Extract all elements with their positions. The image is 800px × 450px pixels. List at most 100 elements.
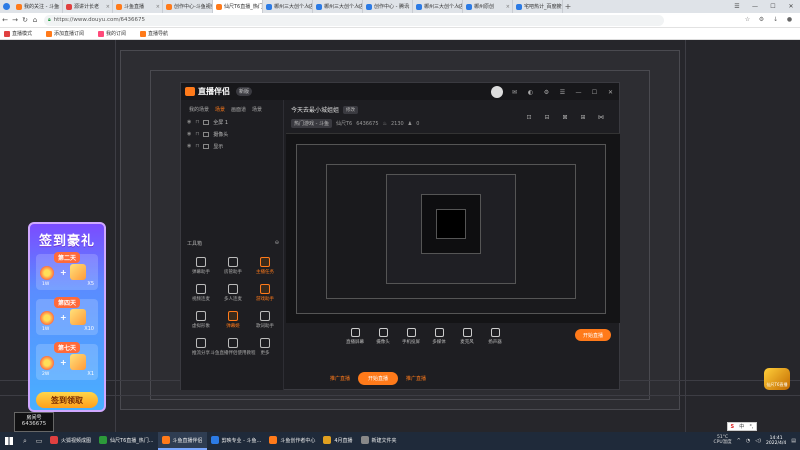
source-control[interactable]: 麦克风 xyxy=(453,328,481,345)
bookmark-item[interactable]: 添加直播订阅 xyxy=(46,30,84,37)
browser-tab[interactable]: 源讲计长老 × xyxy=(63,0,113,13)
taskbar-app[interactable]: 仙尺T6直播_热门... xyxy=(95,432,158,450)
search-icon[interactable]: ⌕ xyxy=(18,432,32,450)
tab-close-icon[interactable]: × xyxy=(356,4,360,10)
gift-icon[interactable]: ⊡ xyxy=(525,113,533,121)
tab-close-icon[interactable]: × xyxy=(506,4,510,10)
outer-right-link[interactable]: 推广直播 xyxy=(406,375,426,382)
browser-tab[interactable]: 仙尺T6直播_热门游戏× xyxy=(213,0,263,13)
lock-icon[interactable]: ⊓ xyxy=(195,143,199,149)
outer-left-link[interactable]: 推广直播 xyxy=(330,375,350,382)
eye-icon[interactable]: ◉ xyxy=(187,131,191,137)
version-badge[interactable]: 新版 xyxy=(236,87,253,96)
browser-tab[interactable]: 郴州三大创个人店 × xyxy=(313,0,363,13)
toolbox-settings-icon[interactable]: ⊖ xyxy=(275,240,279,247)
checkin-button[interactable]: 签到领取 xyxy=(36,392,98,408)
url-input[interactable]: 🔒︎ https://www.douyu.com/6436675 xyxy=(44,14,664,26)
tab-close-icon[interactable]: × xyxy=(156,4,160,10)
menu-icon[interactable]: ☰ xyxy=(558,88,567,97)
taskbar-app[interactable]: 新建文件夹 xyxy=(357,432,401,450)
menu-icon[interactable]: ☰ xyxy=(728,0,746,13)
eye-icon[interactable]: ◉ xyxy=(187,143,191,149)
tab-close-icon[interactable]: × xyxy=(306,4,310,10)
scene-tab[interactable]: 画面道 xyxy=(231,106,246,113)
scene-item[interactable]: ◉ ⊓ 摄像头 xyxy=(181,128,283,140)
bookmark-item[interactable]: 直播模式 xyxy=(4,30,32,37)
tool-item[interactable]: 弹幕助手 xyxy=(185,257,217,275)
maximize-icon[interactable]: ☐ xyxy=(590,88,599,97)
home-icon[interactable]: ⌂ xyxy=(30,14,40,26)
tool-item[interactable]: 弹幕姬 xyxy=(217,311,249,329)
share-icon[interactable]: ⋈ xyxy=(597,113,605,121)
maximize-icon[interactable]: ☐ xyxy=(764,0,782,13)
tool-item[interactable]: 歌词助手 xyxy=(249,311,281,329)
bag-icon[interactable]: ⊟ xyxy=(543,113,551,121)
tool-item[interactable]: 主播任务 xyxy=(249,257,281,275)
browser-tab[interactable]: 宅吧热计_百度搜索 × xyxy=(513,0,563,13)
lock-icon[interactable]: ⊓ xyxy=(195,119,199,125)
extensions-icon[interactable]: ⚙ xyxy=(757,15,766,24)
tool-item[interactable]: 多人连麦 xyxy=(217,284,249,302)
taskbar-app[interactable]: 剪映专业 - 斗鱼... xyxy=(207,432,266,450)
forward-icon[interactable]: → xyxy=(10,14,20,26)
tool-item[interactable]: 斗鱼直播伴侣使用教程 xyxy=(211,338,256,356)
download-icon[interactable]: ↓ xyxy=(771,15,780,24)
source-control[interactable]: 摄像头 xyxy=(369,328,397,345)
bookmark-item[interactable]: 我的订阅 xyxy=(98,30,126,37)
star-icon[interactable]: ☆ xyxy=(743,15,752,24)
close-icon[interactable]: ✕ xyxy=(782,0,800,13)
source-control[interactable]: 直播屏幕 xyxy=(341,328,369,345)
browser-tab[interactable]: 郴州三大创个人店 × xyxy=(263,0,313,13)
account-icon[interactable]: ● xyxy=(785,15,794,24)
tool-item[interactable]: 更多 xyxy=(249,338,281,356)
tab-close-icon[interactable]: × xyxy=(206,4,210,10)
back-icon[interactable]: ← xyxy=(0,14,10,26)
task-view-icon[interactable]: ▭ xyxy=(32,432,46,450)
ime-toolbar[interactable]: S 中 °, xyxy=(727,422,757,431)
browser-tab[interactable]: 郴州三大创个人店 × xyxy=(413,0,463,13)
bookmark-item[interactable]: 直播导航 xyxy=(140,30,168,37)
scene-tab[interactable]: 场景 xyxy=(215,106,225,113)
tab-close-icon[interactable]: × xyxy=(406,4,410,10)
minimize-icon[interactable]: — xyxy=(746,0,764,13)
scene-item[interactable]: ◉ ⊓ 全屏 1 xyxy=(181,116,283,128)
new-tab-button[interactable]: + xyxy=(563,2,573,11)
taskbar-app[interactable]: 火狐视频成图 xyxy=(46,432,95,450)
source-control[interactable]: 扬声器 xyxy=(481,328,509,345)
scene-tab[interactable]: 场景 xyxy=(252,106,262,113)
volume-icon[interactable]: ◁) xyxy=(755,438,761,444)
tab-close-icon[interactable]: × xyxy=(256,4,260,10)
link-icon[interactable]: ⊞ xyxy=(579,113,587,121)
tab-close-icon[interactable]: × xyxy=(556,4,560,10)
browser-tab[interactable]: 创作中心-斗鱼视频 × xyxy=(163,0,213,13)
tool-item[interactable]: 虚拟形象 xyxy=(185,311,217,329)
settings-icon[interactable]: ⚙ xyxy=(542,88,551,97)
skin-icon[interactable]: ◐ xyxy=(526,88,535,97)
taskbar-app[interactable]: 斗鱼创作者中心 xyxy=(265,432,319,450)
checkin-promo[interactable]: 签到豪礼 第二天 +1W X5 第四天 +1W X10 第七天 +2W X1 签到领取 xyxy=(28,222,106,412)
source-control[interactable]: 多媒体 xyxy=(425,328,453,345)
tab-close-icon[interactable]: × xyxy=(456,4,460,10)
room-category[interactable]: 热门游戏 - 斗鱼 xyxy=(291,119,332,128)
minimize-icon[interactable]: — xyxy=(574,88,583,97)
network-icon[interactable]: ◔ xyxy=(746,438,750,444)
taskbar-app[interactable]: 4月直播 xyxy=(319,432,356,450)
tab-close-icon[interactable]: × xyxy=(106,4,110,10)
message-icon[interactable]: ✉ xyxy=(510,88,519,97)
refresh-icon[interactable]: ↻ xyxy=(20,14,30,26)
chat-icon[interactable]: ⊠ xyxy=(561,113,569,121)
clock[interactable]: 14:41 2022/4/4 xyxy=(766,436,786,446)
tab-close-icon[interactable]: × xyxy=(56,4,60,10)
browser-tab[interactable]: 我的关注 - 斗鱼 × xyxy=(13,0,63,13)
avatar[interactable] xyxy=(491,86,503,98)
tool-item[interactable]: 房管助手 xyxy=(217,257,249,275)
lock-icon[interactable]: ⊓ xyxy=(195,131,199,137)
browser-tab[interactable]: 斗鱼直播 × xyxy=(113,0,163,13)
notification-icon[interactable]: ▤ xyxy=(791,438,796,444)
eye-icon[interactable]: ◉ xyxy=(187,119,191,125)
close-icon[interactable]: ✕ xyxy=(606,88,615,97)
tool-item[interactable]: 游戏助手 xyxy=(249,284,281,302)
scene-item[interactable]: ◉ ⊓ 显示 xyxy=(181,140,283,152)
preview-canvas[interactable] xyxy=(286,133,620,323)
edit-title-button[interactable]: 修改 xyxy=(343,105,359,114)
